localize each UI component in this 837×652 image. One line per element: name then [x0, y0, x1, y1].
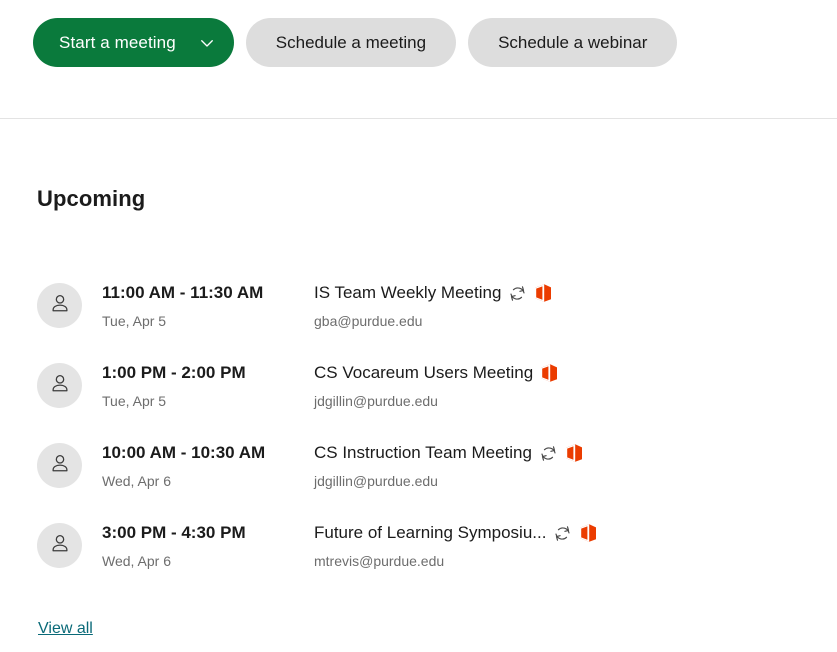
page-title: Upcoming — [37, 186, 146, 211]
meeting-title[interactable]: CS Instruction Team Meeting — [314, 442, 532, 464]
office-icon — [540, 363, 558, 384]
person-icon — [49, 292, 71, 319]
office-icon — [579, 523, 597, 544]
meeting-time: 11:00 AM - 11:30 AM — [102, 283, 264, 302]
meeting-date: Wed, Apr 6 — [102, 553, 172, 569]
meeting-time: 1:00 PM - 2:00 PM — [102, 363, 246, 382]
recurring-icon — [539, 444, 558, 463]
meeting-row[interactable]: 3:00 PM - 4:30 PM Wed, Apr 6 Future of Lea… — [37, 521, 737, 601]
meeting-date: Tue, Apr 5 — [102, 313, 167, 329]
meeting-title[interactable]: IS Team Weekly Meeting — [314, 282, 501, 304]
avatar — [37, 443, 82, 488]
view-all-link[interactable]: View all — [38, 620, 93, 638]
meeting-detail-column: IS Team Weekly Meeting gba@purdue.edu — [314, 281, 737, 331]
start-meeting-button[interactable]: Start a meeting — [33, 18, 234, 67]
meeting-row[interactable]: 1:00 PM - 2:00 PM Tue, Apr 5 CS Vocareum U… — [37, 361, 737, 441]
chevron-down-icon[interactable] — [198, 34, 216, 52]
meeting-time-column: 3:00 PM - 4:30 PM Wed, Apr 6 — [102, 521, 314, 571]
meeting-row[interactable]: 10:00 AM - 10:30 AM Wed, Apr 6 CS Instruct… — [37, 441, 737, 521]
schedule-webinar-label: Schedule a webinar — [498, 32, 648, 52]
recurring-icon — [553, 524, 572, 543]
meeting-time-column: 1:00 PM - 2:00 PM Tue, Apr 5 — [102, 361, 314, 411]
meeting-time: 3:00 PM - 4:30 PM — [102, 523, 246, 542]
avatar — [37, 523, 82, 568]
meeting-title-line: CS Instruction Team Meeting — [314, 442, 737, 464]
meeting-detail-column: Future of Learning Symposiu... mtrevis@pu… — [314, 521, 737, 571]
meeting-date: Wed, Apr 6 — [102, 473, 172, 489]
schedule-meeting-button[interactable]: Schedule a meeting — [245, 18, 457, 67]
upcoming-meeting-list: 11:00 AM - 11:30 AM Tue, Apr 5 IS Team Wee… — [37, 281, 737, 601]
meeting-detail-column: CS Instruction Team Meeting jdgillin@purd… — [314, 441, 737, 491]
upcoming-meetings-page: Start a meeting Schedule a meeting Sched… — [0, 0, 837, 652]
person-icon — [49, 452, 71, 479]
recurring-icon — [508, 284, 527, 303]
office-icon — [534, 283, 552, 304]
meeting-title[interactable]: Future of Learning Symposiu... — [314, 522, 546, 544]
meeting-organizer: jdgillin@purdue.edu — [314, 473, 438, 489]
meeting-row[interactable]: 11:00 AM - 11:30 AM Tue, Apr 5 IS Team Wee… — [37, 281, 737, 361]
meeting-organizer: jdgillin@purdue.edu — [314, 393, 438, 409]
person-icon — [49, 372, 71, 399]
meeting-organizer: gba@purdue.edu — [314, 313, 423, 329]
schedule-webinar-button[interactable]: Schedule a webinar — [468, 18, 678, 67]
schedule-meeting-label: Schedule a meeting — [275, 32, 427, 52]
start-meeting-label: Start a meeting — [59, 32, 176, 52]
action-toolbar: Start a meeting Schedule a meeting Sched… — [33, 18, 678, 67]
office-icon — [565, 443, 583, 464]
toolbar-divider — [0, 118, 837, 119]
meeting-date: Tue, Apr 5 — [102, 393, 167, 409]
person-icon — [49, 532, 71, 559]
meeting-title-line: IS Team Weekly Meeting — [314, 282, 737, 304]
meeting-title[interactable]: CS Vocareum Users Meeting — [314, 362, 533, 384]
meeting-detail-column: CS Vocareum Users Meeting jdgillin@purdue… — [314, 361, 737, 411]
meeting-title-line: CS Vocareum Users Meeting — [314, 362, 737, 384]
avatar — [37, 363, 82, 408]
meeting-time-column: 11:00 AM - 11:30 AM Tue, Apr 5 — [102, 281, 314, 331]
meeting-title-line: Future of Learning Symposiu... — [314, 522, 737, 544]
meeting-time: 10:00 AM - 10:30 AM — [102, 443, 266, 462]
avatar — [37, 283, 82, 328]
meeting-organizer: mtrevis@purdue.edu — [314, 553, 445, 569]
meeting-time-column: 10:00 AM - 10:30 AM Wed, Apr 6 — [102, 441, 314, 491]
